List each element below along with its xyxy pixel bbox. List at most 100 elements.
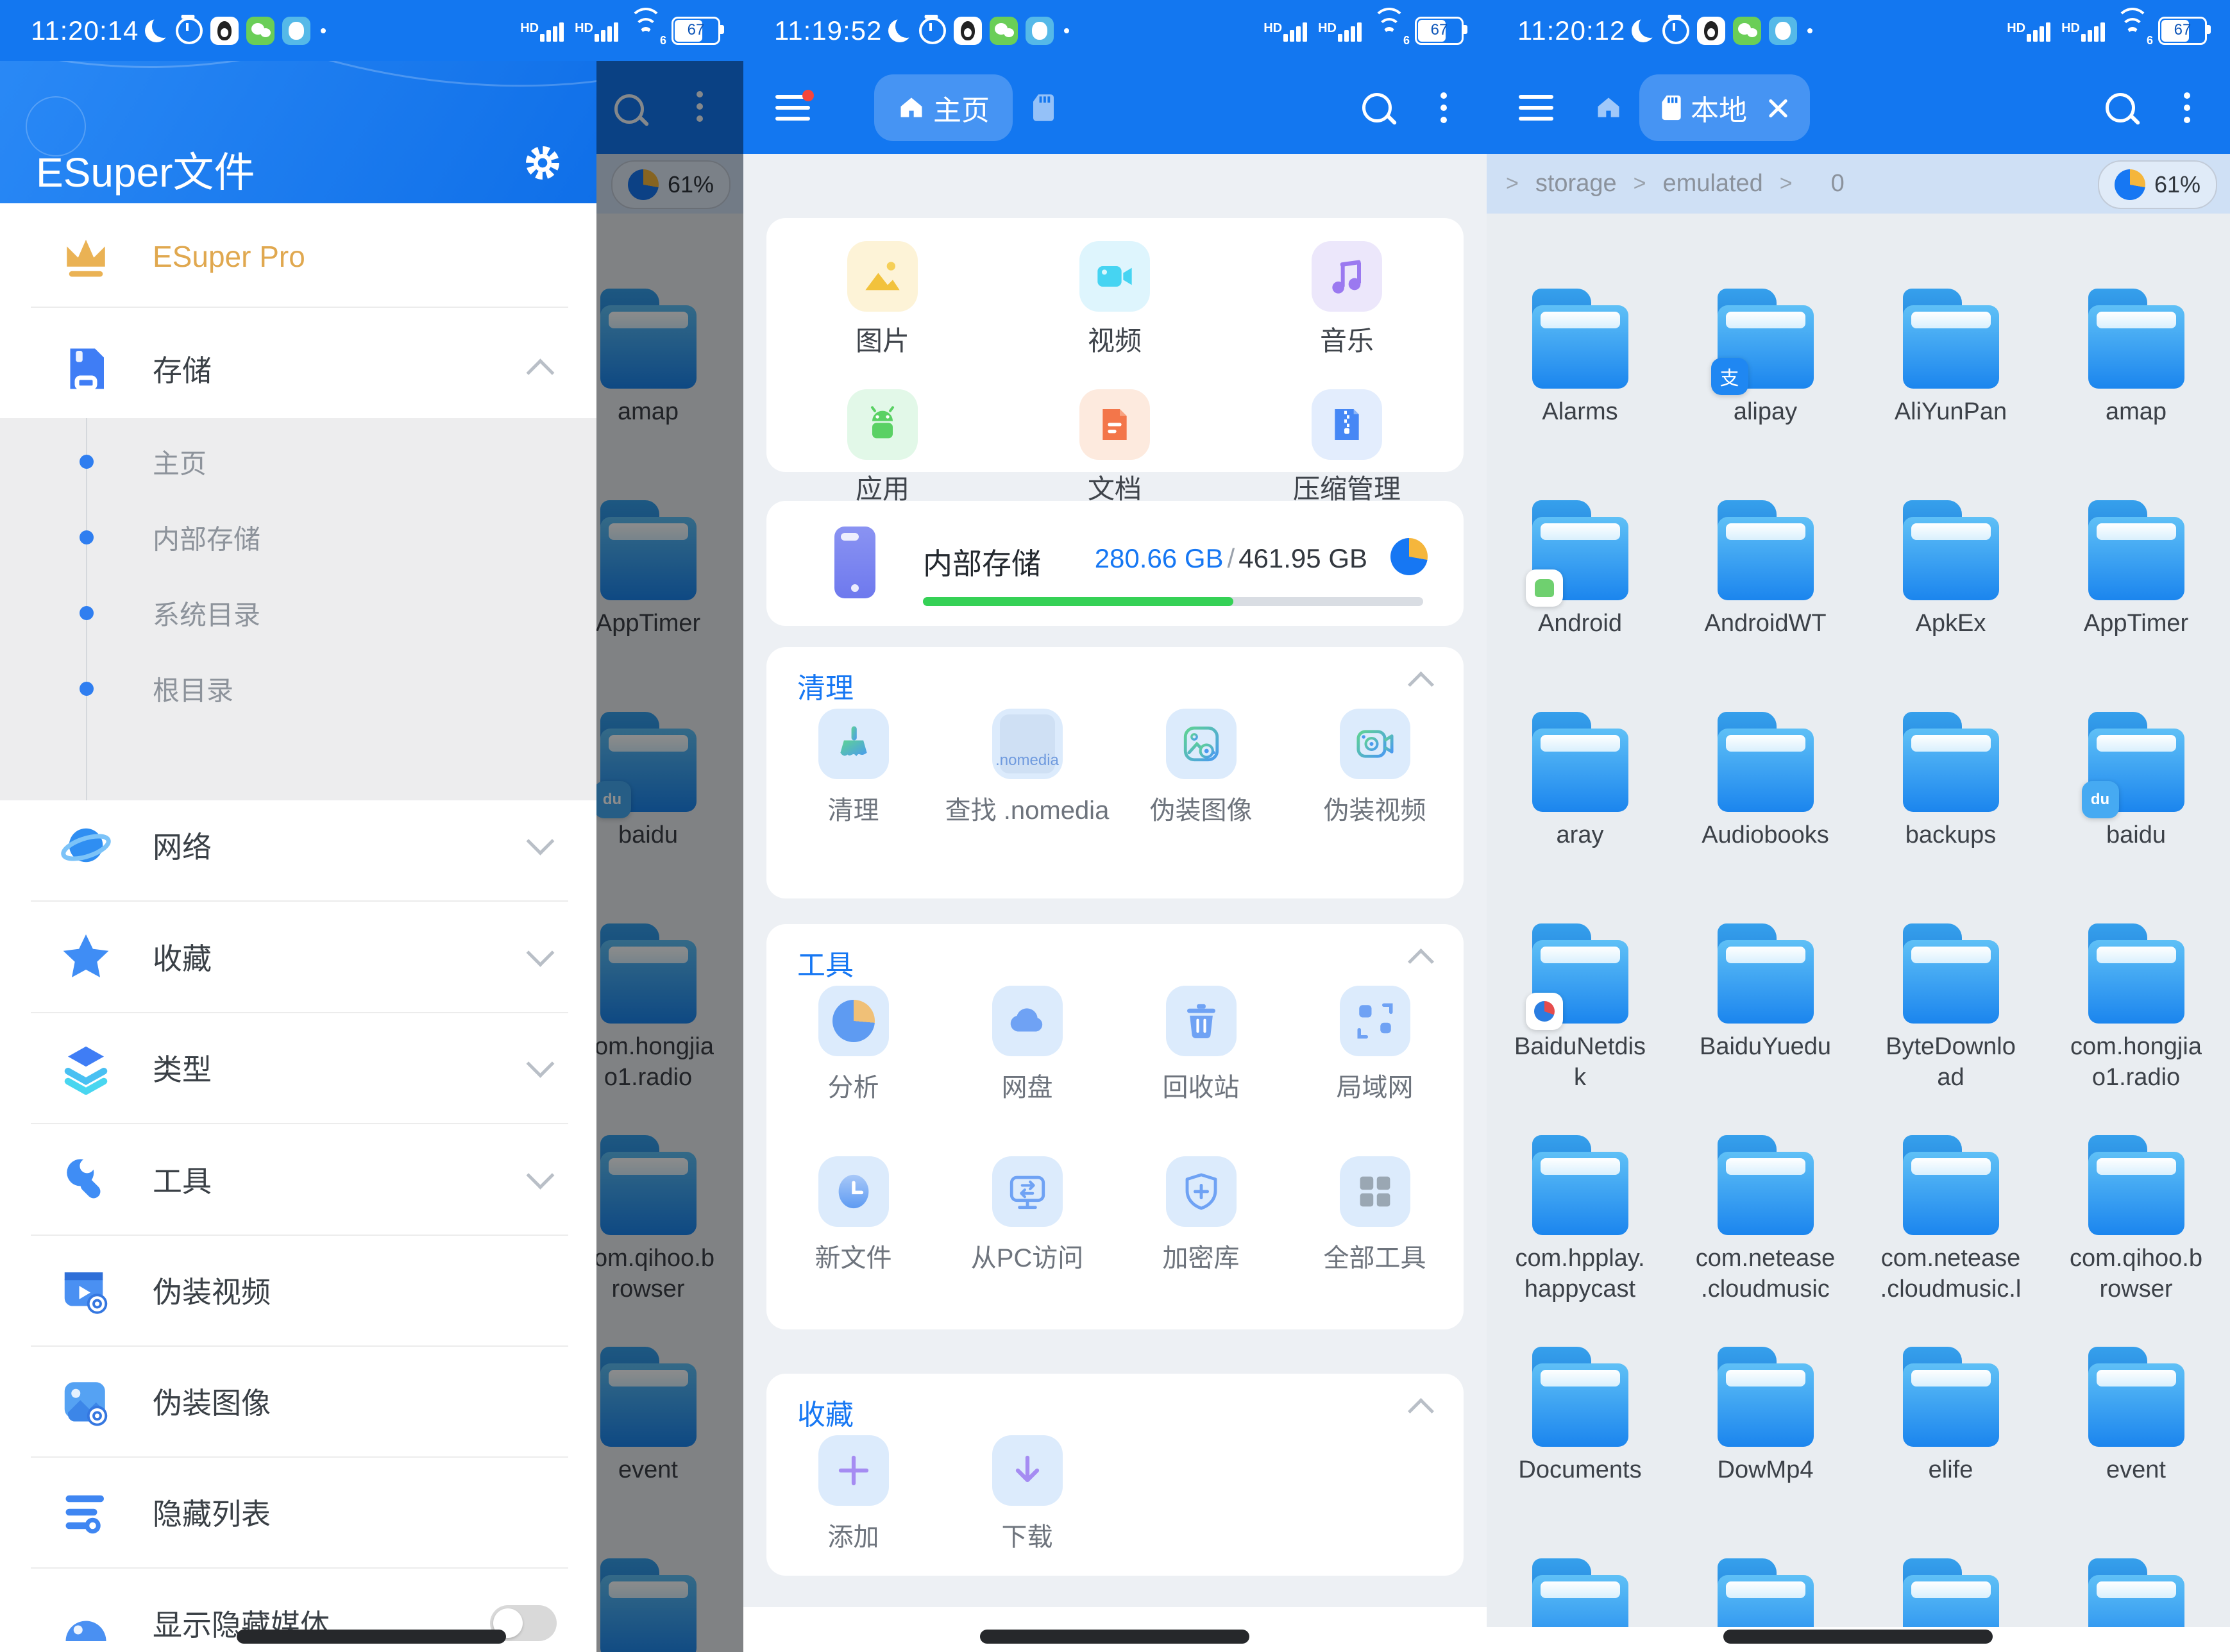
tab-home[interactable]: 主页 (874, 74, 1013, 141)
tab-local[interactable]: 本地 (1639, 74, 1810, 141)
tool-find-nomedia[interactable]: .nomedia 查找 .nomedia (940, 709, 1114, 827)
folder-item[interactable]: alipay (1673, 276, 1858, 487)
more-menu-icon[interactable] (2184, 105, 2190, 111)
navigation-handle[interactable] (1723, 1630, 1993, 1644)
phone-icon (834, 527, 875, 598)
hidden-list-icon (59, 1485, 113, 1539)
folder-item[interactable]: event (2043, 1334, 2229, 1546)
navigation-handle[interactable] (237, 1630, 506, 1644)
breadcrumb-storage[interactable]: storage (1535, 170, 1617, 198)
folder-item[interactable]: AliYunPan (1858, 276, 2043, 487)
drawer-item-disguise-image[interactable]: 伪装图像 (0, 1363, 596, 1440)
folder-item[interactable]: com.netease .cloudmusic (1673, 1122, 1858, 1334)
drawer-item-esuper-pro[interactable]: ESuper Pro (0, 218, 596, 295)
category-documents[interactable]: 文档 (999, 389, 1231, 507)
chevron-down-icon[interactable] (527, 827, 555, 856)
internal-storage-card[interactable]: 内部存储 280.66 GB/461.95 GB (766, 501, 1464, 626)
folder-item[interactable]: Documents (1487, 1334, 1673, 1546)
navigation-handle[interactable] (980, 1630, 1249, 1644)
folder-label: alipay (1678, 396, 1853, 427)
tool-recycle-bin[interactable]: 回收站 (1114, 986, 1288, 1104)
drawer-item-storage[interactable]: 存储 (0, 330, 596, 407)
drawer-item-label: 伪装图像 (153, 1380, 271, 1422)
folder-item[interactable]: Android (1487, 487, 1673, 699)
drawer-item-hidden-list[interactable]: 隐藏列表 (0, 1474, 596, 1551)
drawer-subitem-internal-storage[interactable]: 内部存储 (0, 502, 596, 573)
folder-badge (2082, 781, 2119, 818)
chevron-down-icon[interactable] (527, 1161, 555, 1190)
folder-item[interactable]: DowMp4 (1673, 1334, 1858, 1546)
tool-lan[interactable]: 局域网 (1288, 986, 1462, 1104)
sdcard-tab-icon[interactable] (1031, 92, 1056, 123)
app-notification-icon (282, 17, 310, 45)
folder-item[interactable]: backups (1858, 699, 2043, 911)
tool-cloud-drive[interactable]: 网盘 (940, 986, 1114, 1104)
folder-item[interactable]: AppTimer (2043, 487, 2229, 699)
category-pictures[interactable]: 图片 (766, 241, 999, 358)
chevron-up-icon[interactable] (527, 358, 555, 387)
folder-item[interactable]: ByteDownlo ad (1858, 911, 2043, 1122)
folder-item[interactable]: Alarms (1487, 276, 1673, 487)
category-music[interactable]: 音乐 (1231, 241, 1463, 358)
favorite-download[interactable]: 下载 (940, 1435, 1114, 1553)
folder-item[interactable]: com.hongjia o1.radio (2043, 911, 2229, 1122)
tool-disguise-image[interactable]: 伪装图像 (1114, 709, 1288, 827)
collapse-chevron-icon[interactable] (1408, 948, 1434, 975)
folder-grid: Alarms alipay AliYunPan amap Android And… (1487, 276, 2230, 1546)
tool-disguise-video[interactable]: 伪装视频 (1288, 709, 1462, 827)
folder-item[interactable]: baidu (2043, 699, 2229, 911)
favorite-add[interactable]: 添加 (766, 1435, 940, 1553)
collapse-chevron-icon[interactable] (1408, 671, 1434, 698)
drawer-item-tools[interactable]: 工具 (0, 1141, 596, 1218)
breadcrumb-0[interactable]: 0 (1831, 170, 1845, 198)
tool-new-files[interactable]: 新文件 (766, 1156, 940, 1274)
more-menu-icon[interactable] (1440, 105, 1447, 111)
more-notifications-dot (321, 28, 326, 33)
drawer-subitem-home[interactable]: 主页 (0, 426, 596, 497)
storage-usage-badge[interactable]: 61% (2098, 160, 2217, 209)
folder-item[interactable]: ApkEx (1858, 487, 2043, 699)
drawer-item-network[interactable]: 网络 (0, 807, 596, 884)
pie-chart-icon (1390, 538, 1428, 575)
collapse-chevron-icon[interactable] (1408, 1398, 1434, 1424)
chevron-down-icon[interactable] (527, 939, 555, 967)
folder-item[interactable]: amap (2043, 276, 2229, 487)
tool-clean[interactable]: 清理 (766, 709, 940, 827)
folder-item[interactable]: Audiobooks (1673, 699, 1858, 911)
folder-item[interactable]: aray (1487, 699, 1673, 911)
trash-icon (1180, 1000, 1222, 1042)
storage-progress-fill (923, 597, 1233, 606)
drawer-item-types[interactable]: 类型 (0, 1029, 596, 1106)
menu-hamburger-icon[interactable] (1519, 95, 1553, 121)
category-apps[interactable]: 应用 (766, 389, 999, 507)
pc-access-icon (1006, 1170, 1049, 1213)
breadcrumb-emulated[interactable]: emulated (1662, 170, 1762, 198)
folder-item[interactable]: com.qihoo.b rowser (2043, 1122, 2229, 1334)
folder-badge (1711, 358, 1748, 395)
tool-all-tools[interactable]: 全部工具 (1288, 1156, 1462, 1274)
tool-access-from-pc[interactable]: 从PC访问 (940, 1156, 1114, 1274)
battery-icon: 67 (672, 17, 720, 45)
folder-item[interactable]: elife (1858, 1334, 2043, 1546)
drawer-subitem-system-directory[interactable]: 系统目录 (0, 578, 596, 648)
folder-item[interactable]: BaiduYuedu (1673, 911, 1858, 1122)
folder-item[interactable]: com.hpplay. happycast (1487, 1122, 1673, 1334)
tool-analyze[interactable]: 分析 (766, 986, 940, 1104)
drawer-item-disguise-video[interactable]: 伪装视频 (0, 1252, 596, 1329)
folder-item[interactable]: AndroidWT (1673, 487, 1858, 699)
folder-item[interactable]: BaiduNetdis k (1487, 911, 1673, 1122)
menu-hamburger-icon[interactable] (775, 95, 810, 121)
search-icon[interactable] (1362, 93, 1392, 122)
search-icon[interactable] (2106, 93, 2135, 122)
category-videos[interactable]: 视频 (999, 241, 1231, 358)
home-icon[interactable] (1594, 94, 1623, 122)
drawer-item-favorites[interactable]: 收藏 (0, 918, 596, 995)
drawer-subitem-root-directory[interactable]: 根目录 (0, 653, 596, 724)
chevron-down-icon[interactable] (527, 1050, 555, 1078)
tool-encrypted-vault[interactable]: 加密库 (1114, 1156, 1288, 1274)
folder-item[interactable]: com.netease .cloudmusic.l (1858, 1122, 2043, 1334)
divider (31, 307, 568, 308)
category-archives[interactable]: 压缩管理 (1231, 389, 1463, 507)
settings-gear-icon[interactable] (522, 142, 563, 183)
close-tab-icon[interactable] (1766, 96, 1789, 119)
